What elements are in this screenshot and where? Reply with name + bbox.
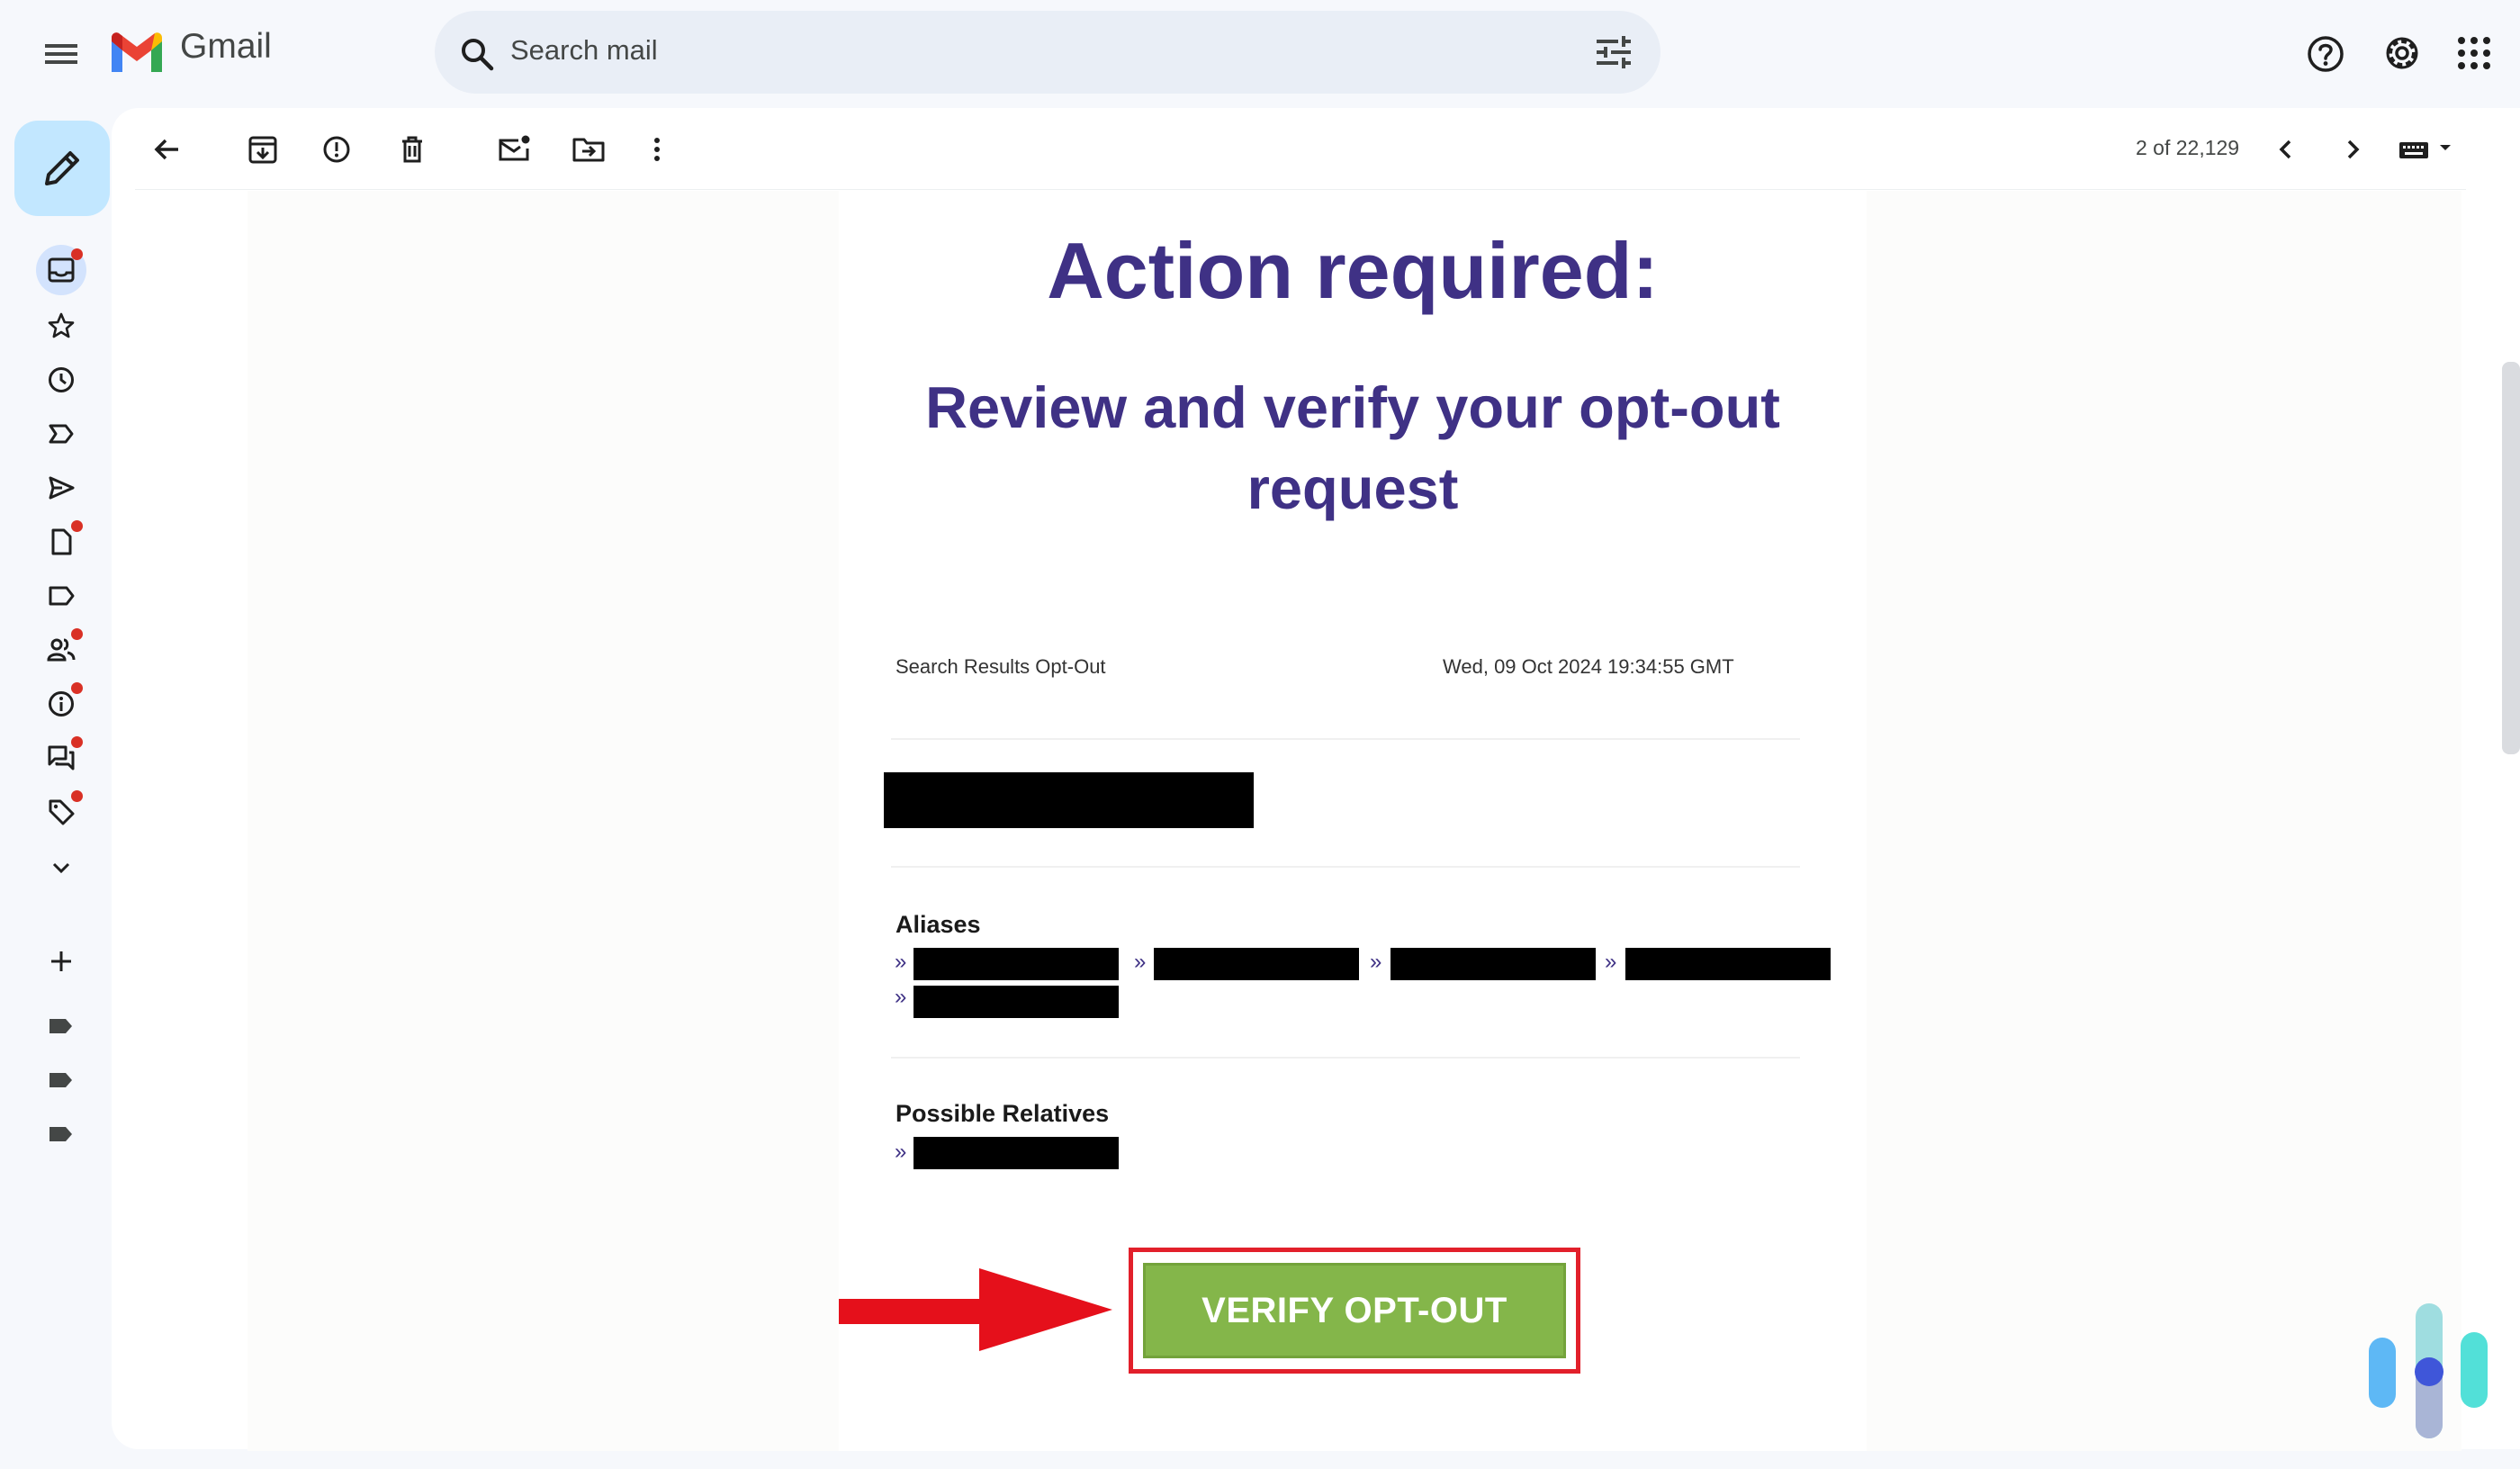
rail-label-1[interactable] — [36, 1001, 86, 1051]
relatives-heading: Possible Relatives — [896, 1100, 1110, 1127]
rail-categories[interactable] — [36, 571, 86, 621]
rail-important[interactable] — [36, 409, 86, 459]
app-name: Gmail — [180, 27, 272, 66]
divider — [891, 738, 1800, 740]
rail-social[interactable] — [36, 625, 86, 675]
back-button[interactable] — [149, 131, 185, 167]
hamburger-menu-icon — [45, 44, 77, 64]
chevron-right-icon — [2347, 140, 2360, 159]
pencil-icon — [45, 151, 79, 185]
email-subtitle: Review and verify your opt-out request — [925, 374, 1780, 521]
divider — [891, 866, 1800, 868]
rail-inbox[interactable] — [36, 245, 86, 295]
search-input[interactable]: Search mail — [510, 34, 658, 67]
input-tools-button[interactable] — [2398, 133, 2457, 166]
email-date: Wed, 09 Oct 2024 19:34:55 GMT — [1443, 655, 1734, 678]
newer-button[interactable] — [2268, 131, 2304, 167]
rail-starred[interactable] — [36, 301, 86, 351]
settings-gear-icon[interactable] — [2381, 32, 2423, 74]
move-to-icon — [572, 138, 605, 162]
tag-icon — [49, 799, 75, 825]
keyboard-icon — [2399, 142, 2451, 158]
rail-drafts[interactable] — [36, 517, 86, 567]
toolbar-divider — [135, 189, 2466, 190]
redacted-alias — [914, 948, 1119, 980]
label-icon — [50, 1073, 72, 1087]
mark-unread-icon — [499, 135, 530, 161]
bullet: » — [1605, 950, 1617, 974]
delete-button[interactable] — [394, 131, 430, 167]
rail-label-2[interactable] — [36, 1055, 86, 1105]
divider — [891, 1057, 1800, 1059]
report-spam-button[interactable] — [319, 131, 355, 167]
forum-icon — [48, 745, 75, 771]
redacted-alias — [1390, 948, 1596, 980]
rail-updates[interactable] — [36, 679, 86, 729]
notification-dot — [71, 628, 83, 640]
search-options-icon[interactable] — [1595, 34, 1633, 70]
notification-dot — [71, 248, 83, 260]
bullet: » — [1370, 950, 1382, 974]
plus-icon — [51, 951, 71, 971]
archive-icon — [248, 136, 277, 164]
send-icon — [49, 476, 75, 500]
redacted-name — [884, 772, 1254, 828]
redacted-alias — [1154, 948, 1359, 980]
gmail-logo-icon[interactable] — [108, 31, 166, 76]
google-apps-grid-icon[interactable] — [2457, 36, 2491, 70]
notification-dot — [71, 682, 83, 694]
draft-icon — [51, 528, 72, 555]
important-icon — [49, 424, 74, 444]
message-count: 2 of 22,129 — [2136, 136, 2240, 159]
brand-logo-icon — [2365, 1303, 2491, 1438]
help-icon[interactable] — [2306, 34, 2345, 74]
bullet: » — [895, 985, 907, 1009]
scrollbar-thumb[interactable] — [2502, 362, 2520, 754]
email-source: Search Results Opt-Out — [896, 655, 1106, 678]
back-arrow-icon — [154, 139, 178, 160]
email-title: Action required: — [1047, 226, 1659, 315]
more-vert-icon — [654, 138, 660, 161]
delete-icon — [402, 136, 422, 163]
archive-button[interactable] — [245, 131, 281, 167]
mark-unread-button[interactable] — [497, 131, 533, 167]
chevron-left-icon — [2279, 140, 2291, 159]
label-icon — [49, 586, 75, 606]
move-to-button[interactable] — [571, 131, 607, 167]
rail-snoozed[interactable] — [36, 355, 86, 405]
chevron-down-icon — [52, 862, 70, 874]
verify-opt-out-button[interactable]: VERIFY OPT-OUT — [1143, 1263, 1566, 1358]
notification-dot — [71, 520, 83, 532]
compose-button[interactable] — [14, 121, 110, 216]
star-icon — [48, 312, 75, 338]
rail-label-3[interactable] — [36, 1109, 86, 1159]
create-label-button[interactable] — [36, 936, 86, 987]
bullet: » — [895, 950, 907, 974]
report-spam-icon — [323, 136, 350, 163]
label-icon — [50, 1127, 72, 1141]
redacted-alias — [914, 986, 1119, 1018]
redacted-relative — [914, 1137, 1119, 1169]
more-options-button[interactable] — [639, 131, 675, 167]
rail-more[interactable] — [36, 843, 86, 893]
redacted-alias — [1625, 948, 1831, 980]
inbox-icon — [48, 257, 75, 283]
notification-dot — [71, 736, 83, 748]
bullet: » — [1134, 950, 1147, 974]
rail-promotions[interactable] — [36, 787, 86, 837]
clock-icon — [49, 367, 74, 392]
bullet: » — [895, 1140, 907, 1164]
search-icon[interactable] — [459, 36, 495, 72]
annotation-arrow-icon — [837, 1265, 1116, 1355]
main-menu-button[interactable] — [34, 27, 88, 81]
info-icon — [49, 691, 74, 716]
rail-sent[interactable] — [36, 463, 86, 513]
notification-dot — [71, 790, 83, 802]
older-button[interactable] — [2335, 131, 2371, 167]
rail-forums[interactable] — [36, 733, 86, 783]
people-icon — [47, 638, 76, 662]
aliases-heading: Aliases — [896, 911, 981, 938]
label-icon — [50, 1019, 72, 1033]
